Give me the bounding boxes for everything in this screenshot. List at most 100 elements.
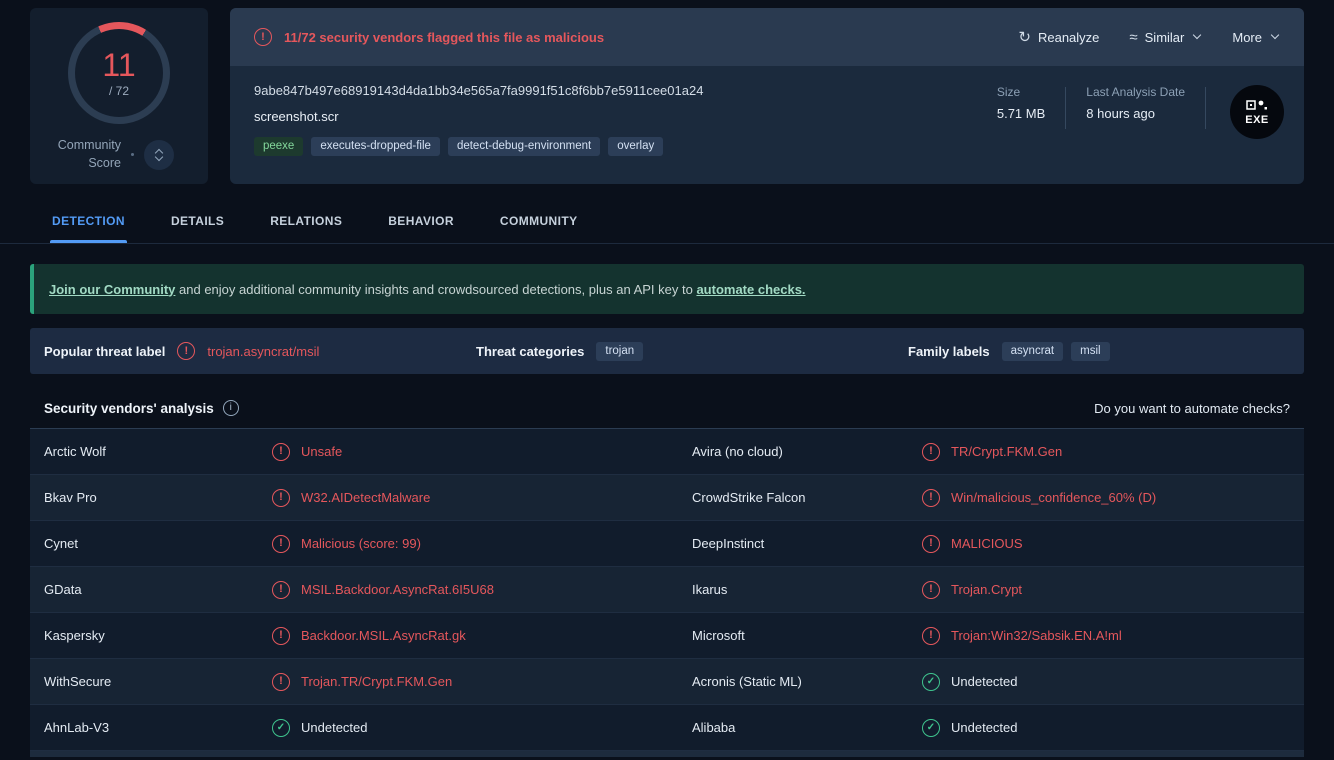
vendor-result: ! Trojan.TR/Crypt.FKM.Gen (272, 673, 692, 691)
file-tag[interactable]: executes-dropped-file (311, 137, 440, 156)
result-text: Win/malicious_confidence_60% (D) (951, 490, 1156, 505)
malicious-alert-icon: ! (922, 443, 940, 461)
result-text: Trojan:Win32/Sabsik.EN.A!ml (951, 628, 1122, 643)
last-analysis-label: Last Analysis Date (1086, 85, 1185, 99)
family-label-chip[interactable]: asyncrat (1002, 342, 1063, 361)
community-score-label: Community Score (58, 137, 121, 172)
community-score-row: Community Score (30, 137, 208, 172)
vote-down-icon[interactable] (155, 156, 164, 161)
more-label: More (1232, 30, 1262, 45)
vote-separator-dot (131, 153, 134, 156)
tab-bar-divider (0, 243, 1334, 244)
vendor-name: Alibaba (692, 720, 922, 735)
vendor-result: ! Backdoor.MSIL.AsyncRat.gk (272, 627, 692, 645)
vendor-result: !Malicious (score: 99) (272, 535, 692, 553)
analysis-title: Security vendors' analysis (44, 401, 214, 416)
similar-icon: ≈ (1129, 30, 1137, 45)
popular-threat-label-group: Popular threat label ! trojan.asyncrat/m… (44, 342, 476, 360)
vendor-result: ! MSIL.Backdoor.AsyncRat.6I5U68 (272, 581, 692, 599)
similar-label: Similar (1145, 30, 1185, 45)
reanalyze-button[interactable]: ↻ Reanalyze (1018, 30, 1099, 45)
chevron-down-icon (1271, 31, 1280, 40)
community-score-label-line2: Score (58, 155, 121, 173)
undetected-check-icon: ✓ (922, 673, 940, 691)
tab-detection[interactable]: DETECTION (50, 214, 127, 243)
tab-relations[interactable]: RELATIONS (268, 214, 344, 243)
file-report-page: 11 / 72 Community Score ! (0, 0, 1334, 757)
malicious-alert-icon: ! (922, 581, 940, 599)
vendor-table: Arctic Wolf!UnsafeAvira (no cloud)!TR/Cr… (30, 428, 1304, 751)
threat-categories-title: Threat categories (476, 344, 584, 359)
result-text: Undetected (951, 720, 1018, 735)
header-top-bar: ! 11/72 security vendors flagged this fi… (230, 8, 1304, 66)
vendor-result: !W32.AIDetectMalware (272, 489, 692, 507)
threat-category-chip[interactable]: trojan (596, 342, 643, 361)
table-row: Bkav Pro!W32.AIDetectMalwareCrowdStrike … (30, 475, 1304, 521)
chevron-down-icon (1193, 31, 1202, 40)
family-labels-group: Family labels asyncrat msil (908, 342, 1290, 361)
malicious-alert-icon: ! (272, 443, 290, 461)
family-labels-title: Family labels (908, 344, 990, 359)
tab-bar: DETECTION DETAILS RELATIONS BEHAVIOR COMMUNI… (50, 214, 1334, 243)
table-row: WithSecure!Trojan.TR/Crypt.FKM.GenAcroni… (30, 659, 1304, 705)
result-text: MALICIOUS (951, 536, 1023, 551)
threat-summary-row: Popular threat label ! trojan.asyncrat/m… (30, 328, 1304, 374)
threat-category-chips: trojan (596, 342, 643, 361)
tab-community[interactable]: COMMUNITY (498, 214, 580, 243)
tag-list: peexe executes-dropped-file detect-debug-e… (254, 137, 703, 156)
file-tag[interactable]: overlay (608, 137, 663, 156)
community-banner: Join our Community and enjoy additional … (30, 264, 1304, 314)
community-vote-widget[interactable] (144, 140, 174, 170)
vendor-name: Acronis (Static ML) (692, 674, 922, 689)
vendor-name: Bkav Pro (44, 490, 272, 505)
vendor-name: CrowdStrike Falcon (692, 490, 922, 505)
reanalyze-label: Reanalyze (1038, 30, 1099, 45)
result-text: Undetected (951, 674, 1018, 689)
malicious-alert-icon: ! (272, 673, 290, 691)
gauge-inner: 11 / 72 (75, 29, 163, 117)
detection-score-value: 11 (102, 49, 135, 81)
malicious-warning: ! 11/72 security vendors flagged this fi… (254, 28, 604, 46)
tab-behavior[interactable]: BEHAVIOR (386, 214, 456, 243)
table-row: GData!MSIL.Backdoor.AsyncRat.6I5U68Ikaru… (30, 567, 1304, 613)
file-tag[interactable]: peexe (254, 137, 303, 156)
similar-button[interactable]: ≈ Similar (1129, 30, 1202, 45)
header-body: 9abe847b497e68919143d4da1bb34e565a7fa999… (230, 66, 1304, 184)
malicious-alert-icon: ! (272, 627, 290, 645)
vendor-result: ! Trojan.Crypt (922, 581, 1290, 599)
result-text: Backdoor.MSIL.AsyncRat.gk (301, 628, 466, 643)
meta-divider (1205, 87, 1206, 129)
vendor-name: Ikarus (692, 582, 922, 597)
undetected-check-icon: ✓ (272, 719, 290, 737)
vendor-name: AhnLab-V3 (44, 720, 272, 735)
result-text: Trojan.TR/Crypt.FKM.Gen (301, 674, 452, 689)
partial-next-row (30, 751, 1304, 757)
file-header-card: ! 11/72 security vendors flagged this fi… (230, 8, 1304, 184)
info-icon[interactable]: i (223, 400, 239, 416)
file-tag[interactable]: detect-debug-environment (448, 137, 600, 156)
analysis-header-left: Security vendors' analysis i (44, 400, 239, 416)
popular-threat-label-value: trojan.asyncrat/msil (207, 344, 319, 359)
alert-icon: ! (254, 28, 272, 46)
join-community-link[interactable]: Join our Community (49, 282, 175, 297)
vendor-result: ✓ Undetected (922, 673, 1290, 691)
table-row: AhnLab-V3✓UndetectedAlibaba✓Undetected (30, 705, 1304, 751)
malicious-alert-icon: ! (272, 581, 290, 599)
popular-threat-label-title: Popular threat label (44, 344, 165, 359)
family-label-chip[interactable]: msil (1071, 342, 1109, 361)
result-text: MSIL.Backdoor.AsyncRat.6I5U68 (301, 582, 494, 597)
result-text: Trojan.Crypt (951, 582, 1022, 597)
banner-text: and enjoy additional community insights … (175, 282, 696, 297)
more-button[interactable]: More (1232, 30, 1280, 45)
meta-divider (1065, 87, 1066, 129)
vendor-name: Microsoft (692, 628, 922, 643)
malicious-alert-icon: ! (922, 489, 940, 507)
tab-details[interactable]: DETAILS (169, 214, 226, 243)
community-score-label-line1: Community (58, 137, 121, 155)
automate-checks-link[interactable]: automate checks. (696, 282, 805, 297)
file-type-label: EXE (1245, 114, 1269, 126)
alert-icon: ! (177, 342, 195, 360)
detection-score-total: / 72 (109, 84, 129, 98)
vendor-result: !Trojan:Win32/Sabsik.EN.A!ml (922, 627, 1290, 645)
last-analysis-block: Last Analysis Date 8 hours ago (1086, 85, 1185, 121)
